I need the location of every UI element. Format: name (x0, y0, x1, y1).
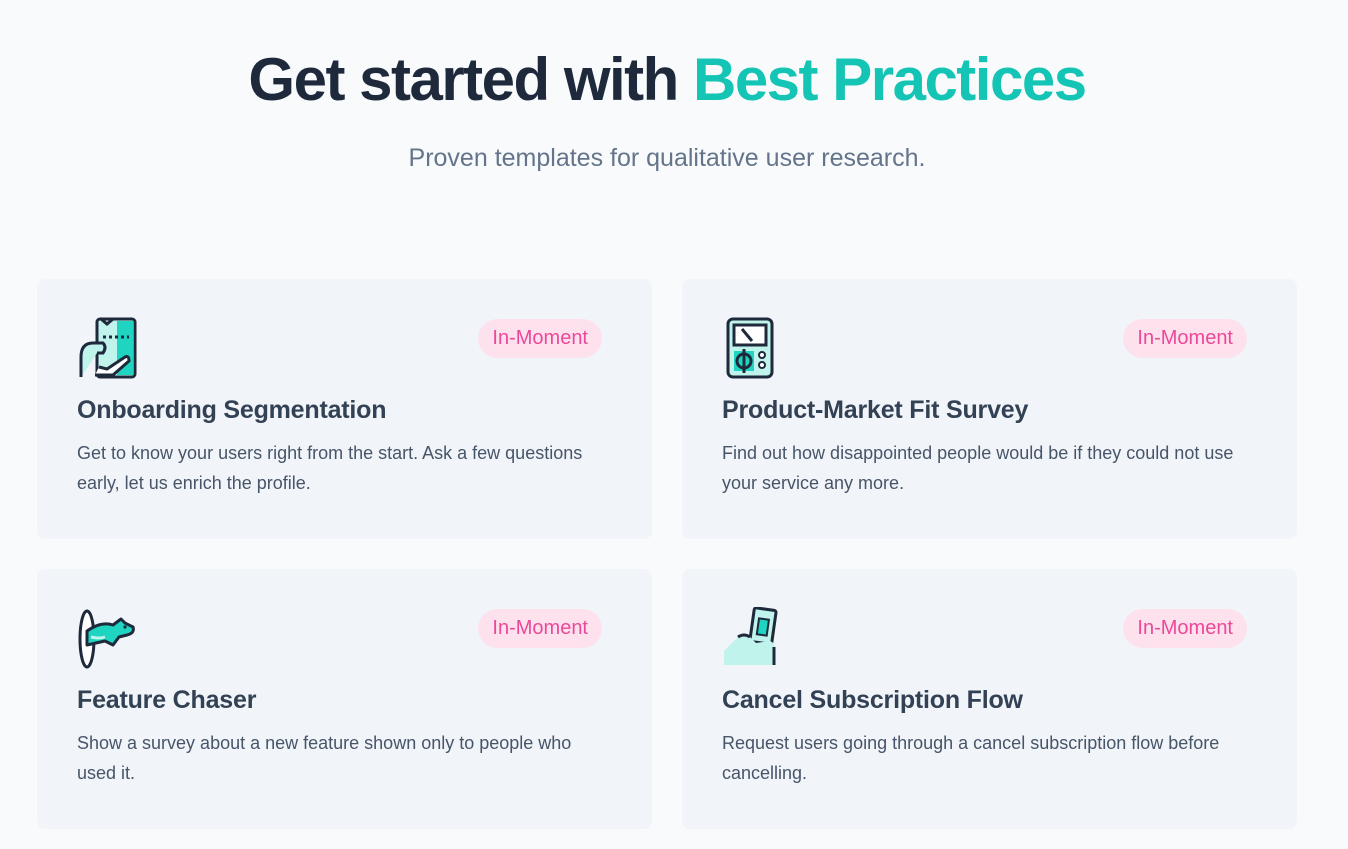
page-subtitle: Proven templates for qualitative user re… (408, 144, 926, 172)
card-description: Find out how disappointed people would b… (722, 443, 1234, 493)
card-description: Show a survey about a new feature shown … (77, 733, 572, 783)
template-card-product-market-fit[interactable]: In-Moment Product-Market Fit Survey Find… (682, 279, 1297, 539)
category-badge: In-Moment (478, 319, 602, 358)
portal-chaser-icon (78, 609, 135, 669)
device-meter-icon (726, 317, 774, 379)
category-badge: In-Moment (1123, 319, 1247, 358)
category-badge: In-Moment (478, 609, 602, 648)
title-main: Get started with (248, 46, 693, 113)
card-title[interactable]: Product-Market Fit Survey (722, 396, 1028, 425)
template-card-onboarding-segmentation[interactable]: In-Moment Onboarding Segmentation Get to… (37, 279, 652, 539)
hand-phone-icon (724, 607, 778, 665)
template-card-cancel-subscription[interactable]: In-Moment Cancel Subscription Flow Reque… (682, 569, 1297, 829)
card-title[interactable]: Onboarding Segmentation (77, 396, 386, 425)
page-title: Get started with Best Practices (0, 44, 1334, 116)
hero-section: Get started with Best Practices Proven t… (0, 0, 1348, 279)
card-description: Get to know your users right from the st… (77, 443, 583, 493)
card-title[interactable]: Cancel Subscription Flow (722, 686, 1023, 715)
card-description: Request users going through a cancel sub… (722, 733, 1220, 783)
card-title[interactable]: Feature Chaser (77, 686, 256, 715)
template-card-feature-chaser[interactable]: In-Moment Feature Chaser Show a survey a… (37, 569, 652, 829)
category-badge: In-Moment (1123, 609, 1247, 648)
onboarding-icon (79, 317, 137, 379)
title-accent: Best Practices (692, 46, 1087, 113)
